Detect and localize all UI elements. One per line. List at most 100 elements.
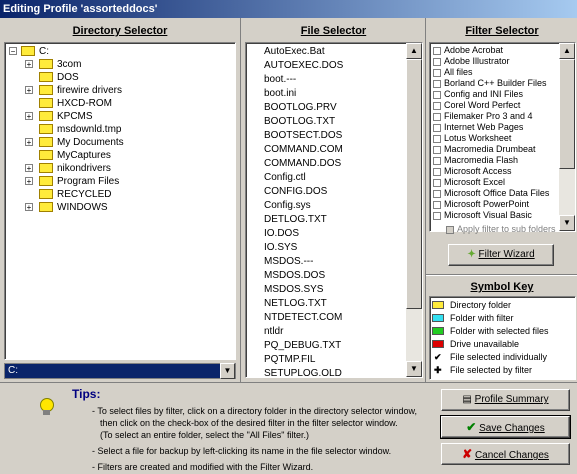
apply-sub-checkbox[interactable]: Apply filter to sub folders: [446, 224, 556, 234]
filter-item[interactable]: Filemaker Pro 3 and 4: [433, 111, 533, 121]
dropdown-arrow-icon[interactable]: ▼: [220, 363, 235, 379]
file-item[interactable]: BOOTSECT.DOS: [264, 129, 342, 143]
expand-icon[interactable]: +: [25, 164, 33, 173]
filter-checkbox[interactable]: [433, 46, 441, 55]
expand-icon[interactable]: +: [25, 60, 33, 69]
file-item[interactable]: ntldr: [264, 325, 283, 339]
file-item[interactable]: MSDOS.SYS: [264, 283, 323, 297]
expand-icon[interactable]: +: [25, 112, 33, 121]
scroll-down-icon[interactable]: ▼: [406, 361, 422, 377]
filter-item[interactable]: Microsoft PowerPoint: [433, 199, 529, 209]
file-item[interactable]: PQ_DEBUG.TXT: [264, 339, 341, 353]
file-item[interactable]: AUTOEXEC.DOS: [264, 59, 343, 73]
directory-panel: Directory Selector − C: +3com DOS + firewire …: [0, 18, 240, 382]
tree-item[interactable]: + KPCMS: [25, 110, 225, 123]
file-item[interactable]: IO.SYS: [264, 241, 297, 255]
filter-wizard-button[interactable]: ✦ Filter Wizard: [448, 244, 554, 266]
cancel-changes-button[interactable]: ✘ Cancel Changes: [441, 443, 570, 465]
filter-item[interactable]: Internet Web Pages: [433, 122, 523, 132]
file-item[interactable]: AutoExec.Bat: [264, 45, 325, 59]
filter-item[interactable]: Adobe Illustrator: [433, 56, 510, 66]
filter-checkbox[interactable]: [433, 200, 441, 209]
expand-icon[interactable]: +: [25, 138, 33, 147]
save-changes-button[interactable]: ✔ Save Changes: [440, 415, 571, 439]
tree-item[interactable]: + firewire drivers: [25, 84, 225, 97]
scroll-up-icon[interactable]: ▲: [406, 43, 422, 59]
file-panel: File Selector AutoExec.Bat AUTOEXEC.DOS bo…: [240, 18, 426, 382]
scroll-down-icon[interactable]: ▼: [559, 215, 575, 231]
filter-checkbox[interactable]: [433, 68, 441, 77]
filter-item[interactable]: Microsoft Visual Basic: [433, 210, 532, 220]
tree-item[interactable]: msdownld.tmp: [25, 123, 225, 136]
filter-scrollbar[interactable]: ▲ ▼: [559, 43, 575, 231]
filter-checkbox[interactable]: [433, 167, 441, 176]
drive-select[interactable]: C: ▼: [4, 363, 236, 379]
filter-scroll-thumb[interactable]: [559, 59, 575, 169]
filter-list[interactable]: Adobe Acrobat Adobe Illustrator All files B…: [429, 42, 576, 232]
filter-item[interactable]: Macromedia Flash: [433, 155, 518, 165]
filter-checkbox[interactable]: [433, 112, 441, 121]
filter-item[interactable]: Macromedia Drumbeat: [433, 144, 536, 154]
filter-item[interactable]: Microsoft Excel: [433, 177, 505, 187]
filter-checkbox[interactable]: [433, 57, 441, 66]
tree-item[interactable]: DOS: [25, 71, 225, 84]
expand-icon[interactable]: +: [25, 203, 33, 212]
file-item[interactable]: NETLOG.TXT: [264, 297, 327, 311]
tree-item[interactable]: RECYCLED: [25, 188, 225, 201]
file-item[interactable]: NTDETECT.COM: [264, 311, 342, 325]
filter-checkbox[interactable]: [433, 211, 441, 220]
file-scrollbar[interactable]: ▲ ▼: [406, 43, 422, 377]
filter-item[interactable]: All files: [433, 67, 473, 77]
file-item[interactable]: BOOTLOG.TXT: [264, 115, 335, 129]
file-item[interactable]: Config.ctl: [264, 171, 306, 185]
filter-checkbox[interactable]: [433, 145, 441, 154]
filter-checkbox[interactable]: [433, 156, 441, 165]
filter-item[interactable]: Borland C++ Builder Files: [433, 78, 547, 88]
apply-sub-check-icon[interactable]: [446, 225, 454, 234]
tree-item[interactable]: MyCaptures: [25, 149, 225, 162]
tree-item[interactable]: + nikondrivers: [25, 162, 225, 175]
filter-item[interactable]: Adobe Acrobat: [433, 45, 503, 55]
file-item[interactable]: SETUPLOG.OLD: [264, 367, 342, 377]
scroll-up-icon[interactable]: ▲: [559, 43, 575, 59]
tree-item[interactable]: +3com: [25, 58, 225, 71]
expand-icon[interactable]: +: [25, 86, 33, 95]
tree-item[interactable]: HXCD-ROM: [25, 97, 225, 110]
file-item[interactable]: MSDOS.---: [264, 255, 313, 269]
tree-item[interactable]: + My Documents: [25, 136, 225, 149]
file-item[interactable]: BOOTLOG.PRV: [264, 101, 337, 115]
file-item[interactable]: COMMAND.COM: [264, 143, 343, 157]
file-header: File Selector: [300, 25, 367, 37]
file-item[interactable]: PQTMP.FIL: [264, 353, 316, 367]
file-item[interactable]: MSDOS.DOS: [264, 269, 325, 283]
filter-item[interactable]: Lotus Worksheet: [433, 133, 511, 143]
symbol-key-header: Symbol Key: [470, 281, 534, 293]
file-item[interactable]: DETLOG.TXT: [264, 213, 327, 227]
tree-item[interactable]: + WINDOWS: [25, 201, 225, 214]
filter-item-label: Microsoft Visual Basic: [444, 210, 532, 220]
filter-item[interactable]: Microsoft Access: [433, 166, 512, 176]
filter-checkbox[interactable]: [433, 178, 441, 187]
collapse-icon[interactable]: −: [9, 47, 17, 56]
filter-item[interactable]: Config and INI Files: [433, 89, 523, 99]
directory-tree[interactable]: − C: +3com DOS + firewire drivers HXCD-ROM + KPC…: [4, 42, 236, 360]
filter-checkbox[interactable]: [433, 90, 441, 99]
file-item[interactable]: boot.ini: [264, 87, 296, 101]
file-item[interactable]: COMMAND.DOS: [264, 157, 341, 171]
file-scroll-thumb[interactable]: [406, 59, 422, 309]
file-list[interactable]: AutoExec.Bat AUTOEXEC.DOS boot.--- boot.ini…: [245, 42, 423, 378]
filter-checkbox[interactable]: [433, 123, 441, 132]
filter-item[interactable]: Corel Word Perfect: [433, 100, 520, 110]
filter-checkbox[interactable]: [433, 101, 441, 110]
profile-summary-button[interactable]: ▤ Profile Summary: [441, 389, 570, 411]
file-item[interactable]: IO.DOS: [264, 227, 299, 241]
expand-icon[interactable]: +: [25, 177, 33, 186]
filter-item[interactable]: Microsoft Office Data Files: [433, 188, 549, 198]
filter-checkbox[interactable]: [433, 189, 441, 198]
tree-item[interactable]: + Program Files: [25, 175, 225, 188]
filter-checkbox[interactable]: [433, 79, 441, 88]
file-item[interactable]: boot.---: [264, 73, 296, 87]
file-item[interactable]: CONFIG.DOS: [264, 185, 327, 199]
filter-checkbox[interactable]: [433, 134, 441, 143]
file-item[interactable]: Config.sys: [264, 199, 311, 213]
